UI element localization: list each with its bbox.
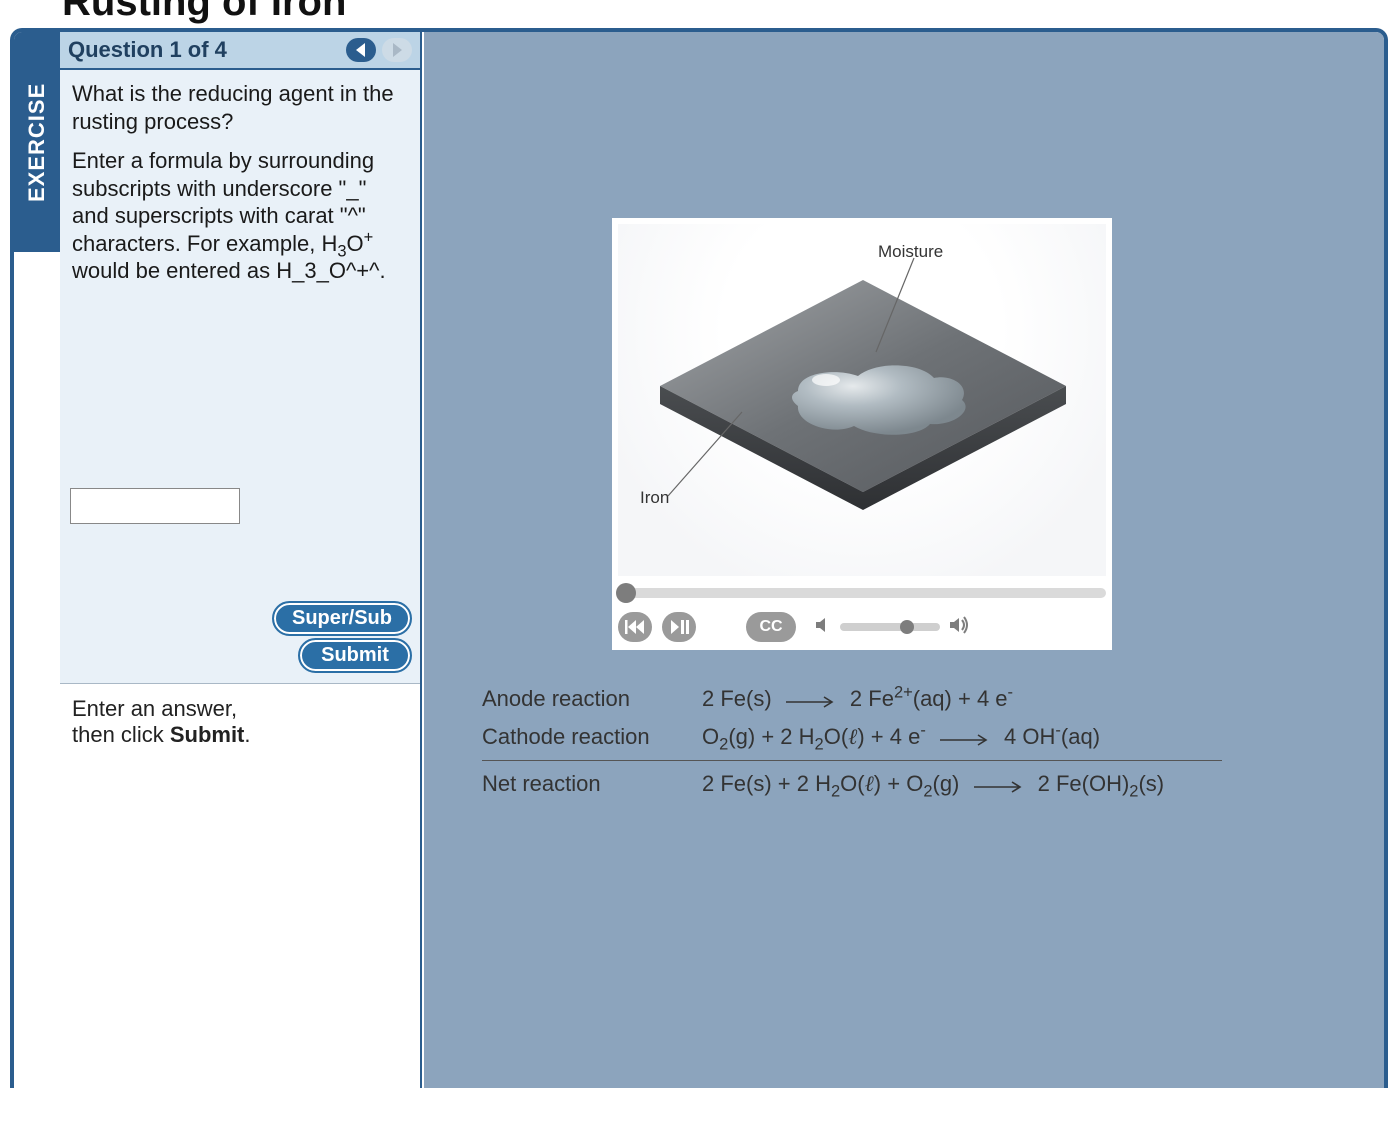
cathode-label: Cathode reaction <box>482 724 702 750</box>
status-message: Enter an answer, then click Submit. <box>60 684 420 760</box>
question-header: Question 1 of 4 <box>60 32 420 70</box>
separator-line <box>482 760 1222 761</box>
question-panel: Question 1 of 4 What is the reducing age… <box>60 32 422 1088</box>
speaker-high-icon <box>948 616 970 639</box>
cathode-formula: O2(g) + 2 H2O(ℓ) + 4 e- 4 OH-(aq) <box>702 724 1222 750</box>
net-row: Net reaction 2 Fe(s) + 2 H2O(ℓ) + O2(g) … <box>482 765 1222 803</box>
media-controls: CC <box>618 582 1106 642</box>
next-question-button <box>382 38 412 62</box>
reactions-panel: Anode reaction 2 Fe(s) 2 Fe2+(aq) + 4 e-… <box>482 680 1222 803</box>
submit-button[interactable]: Submit <box>300 640 410 671</box>
question-body: What is the reducing agent in the rustin… <box>60 70 420 684</box>
app-frame: EXERCISE Question 1 of 4 What is the red… <box>10 28 1388 1088</box>
speaker-low-icon <box>814 616 832 639</box>
media-card: Moisture Iron <box>612 218 1112 650</box>
arrow-right-icon <box>784 695 838 709</box>
seek-bar[interactable] <box>618 582 1106 604</box>
play-pause-button[interactable] <box>662 612 696 642</box>
question-counter: Question 1 of 4 <box>68 37 340 63</box>
anode-label: Anode reaction <box>482 686 702 712</box>
net-formula: 2 Fe(s) + 2 H2O(ℓ) + O2(g) 2 Fe(OH)2(s) <box>702 771 1222 797</box>
answer-input[interactable] <box>70 488 240 524</box>
exercise-tab: EXERCISE <box>14 32 60 252</box>
prev-question-button[interactable] <box>346 38 376 62</box>
cathode-row: Cathode reaction O2(g) + 2 H2O(ℓ) + 4 e-… <box>482 718 1222 756</box>
rewind-button[interactable] <box>618 612 652 642</box>
arrow-right-icon <box>938 733 992 747</box>
page-title: Rusting of Iron <box>62 0 346 25</box>
net-label: Net reaction <box>482 771 702 797</box>
formula-hint: Enter a formula by surrounding subscript… <box>72 147 408 285</box>
super-sub-button[interactable]: Super/Sub <box>274 603 410 634</box>
anode-formula: 2 Fe(s) 2 Fe2+(aq) + 4 e- <box>702 686 1222 712</box>
anode-row: Anode reaction 2 Fe(s) 2 Fe2+(aq) + 4 e- <box>482 680 1222 718</box>
content-area: Moisture Iron <box>424 32 1384 1088</box>
volume-control[interactable] <box>814 616 970 639</box>
closed-captions-button[interactable]: CC <box>746 612 796 642</box>
leader-lines-icon <box>618 224 1106 576</box>
media-stage: Moisture Iron <box>618 224 1106 576</box>
arrow-right-icon <box>972 780 1026 794</box>
question-prompt: What is the reducing agent in the rustin… <box>72 80 408 135</box>
